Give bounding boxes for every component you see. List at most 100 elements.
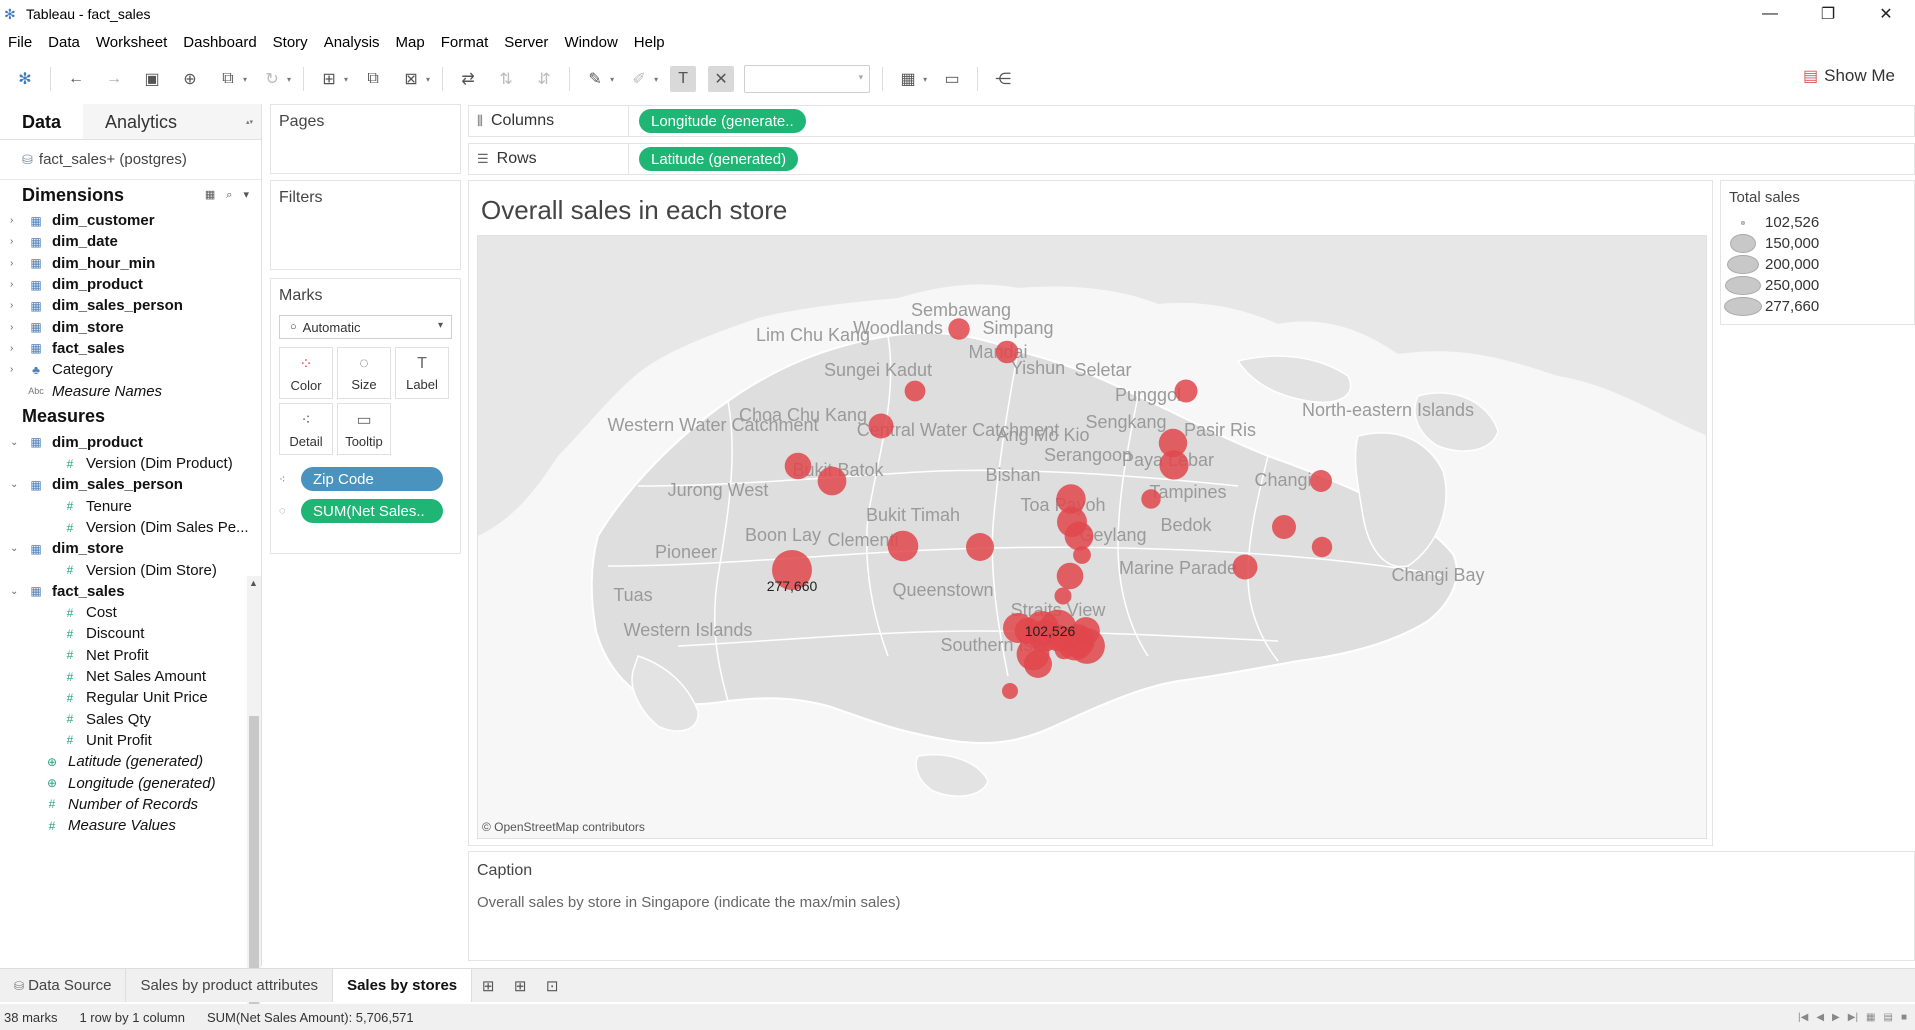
expand-icon[interactable]: ›: [10, 236, 22, 247]
measure-field[interactable]: # Measure Values: [0, 815, 261, 836]
sort-ascending-icon[interactable]: ⇅: [493, 66, 519, 92]
clear-sheet-icon[interactable]: ⊠: [398, 66, 424, 92]
store-mark[interactable]: [904, 380, 926, 402]
store-mark[interactable]: [948, 318, 970, 340]
longitude-pill[interactable]: Longitude (generate..: [639, 109, 806, 133]
measure-field[interactable]: # Version (Dim Store): [0, 559, 261, 580]
show-me-button[interactable]: ▤ Show Me: [1803, 66, 1895, 86]
measure-field[interactable]: # Net Sales Amount: [0, 666, 261, 687]
zip-code-pill[interactable]: Zip Code: [301, 467, 443, 491]
duplicate-sheet-icon[interactable]: ⧉: [360, 66, 386, 92]
save-icon[interactable]: ▣: [139, 66, 165, 92]
measure-field[interactable]: # Net Profit: [0, 645, 261, 666]
pause-updates-icon[interactable]: ⧉: [215, 66, 241, 92]
menu-map[interactable]: Map: [388, 34, 433, 51]
menu-window[interactable]: Window: [556, 34, 625, 51]
store-mark[interactable]: [1272, 515, 1296, 539]
expand-icon[interactable]: ›: [10, 215, 22, 226]
next-page-icon[interactable]: ▶: [1832, 1012, 1840, 1023]
columns-shelf[interactable]: ⫼ Columns Longitude (generate..: [468, 105, 1915, 137]
restore-button[interactable]: ❐: [1799, 0, 1857, 28]
menu-dashboard[interactable]: Dashboard: [175, 34, 264, 51]
store-mark[interactable]: [1311, 536, 1333, 558]
net-sales-pill[interactable]: SUM(Net Sales..: [301, 499, 443, 523]
highlight-icon[interactable]: ✎: [582, 66, 608, 92]
fit-dropdown[interactable]: [744, 65, 871, 93]
filters-card[interactable]: Filters: [270, 180, 461, 270]
measure-field[interactable]: # Version (Dim Product): [0, 453, 261, 474]
share-icon[interactable]: ⋲: [990, 66, 1016, 92]
expand-icon[interactable]: ⌄: [10, 543, 22, 554]
minimize-button[interactable]: —: [1741, 0, 1799, 28]
menu-worksheet[interactable]: Worksheet: [88, 34, 175, 51]
dimension-field[interactable]: › ▦ dim_customer: [0, 210, 261, 231]
store-mark[interactable]: [1064, 521, 1094, 551]
size-legend[interactable]: Total sales 102,526 150,000 200,000 250,000…: [1720, 180, 1915, 325]
first-page-icon[interactable]: |◀: [1798, 1012, 1808, 1023]
store-mark[interactable]: [1232, 554, 1258, 580]
tab-sales-by-product-attributes[interactable]: Sales by product attributes: [126, 969, 334, 1002]
store-mark[interactable]: [868, 413, 894, 439]
dimension-field[interactable]: Abc Measure Names: [0, 380, 261, 401]
store-mark[interactable]: [1141, 489, 1161, 509]
store-mark[interactable]: [784, 452, 812, 480]
dimension-field[interactable]: › ▦ dim_store: [0, 316, 261, 337]
expand-icon[interactable]: ›: [10, 343, 22, 354]
navigation-controls[interactable]: |◀ ◀ ▶ ▶| ▦ ▤ ■: [1798, 1012, 1907, 1023]
new-data-source-icon[interactable]: ⊕: [177, 66, 203, 92]
datasource-item[interactable]: ⛁ fact_sales+ (postgres): [0, 140, 261, 180]
measure-field[interactable]: # Tenure: [0, 496, 261, 517]
expand-icon[interactable]: ›: [10, 300, 22, 311]
rows-shelf[interactable]: ☰ Rows Latitude (generated): [468, 143, 1915, 175]
size-button[interactable]: ◌ Size: [337, 347, 391, 399]
measure-field[interactable]: ⌄ ▦ dim_store: [0, 538, 261, 559]
filmstrip-view-icon[interactable]: ▤: [1884, 1012, 1893, 1023]
expand-icon[interactable]: ⌄: [10, 437, 22, 448]
store-mark[interactable]: [1073, 546, 1091, 564]
store-mark[interactable]: [1054, 587, 1072, 605]
measure-field[interactable]: # Sales Qty: [0, 709, 261, 730]
dropdown-arrow-icon[interactable]: ▾: [654, 75, 658, 84]
store-mark[interactable]: [1056, 562, 1084, 590]
expand-icon[interactable]: ⌄: [10, 586, 22, 597]
measure-field[interactable]: ⌄ ▦ fact_sales: [0, 581, 261, 602]
close-button[interactable]: ✕: [1857, 0, 1915, 28]
menu-help[interactable]: Help: [626, 34, 673, 51]
measure-field[interactable]: # Cost: [0, 602, 261, 623]
tab-sales-by-stores[interactable]: Sales by stores: [333, 969, 473, 1002]
dropdown-arrow-icon[interactable]: ▾: [923, 75, 927, 84]
mark-type-dropdown[interactable]: ○ Automatic: [279, 315, 452, 339]
store-mark[interactable]: [1174, 379, 1198, 403]
caption-card[interactable]: Caption Overall sales by store in Singap…: [468, 851, 1915, 961]
menu-format[interactable]: Format: [433, 34, 497, 51]
store-mark[interactable]: [1158, 428, 1188, 458]
dimension-field[interactable]: › ▦ dim_date: [0, 231, 261, 252]
detail-button[interactable]: ⁖ Detail: [279, 403, 333, 455]
store-mark[interactable]: [817, 466, 847, 496]
new-story-icon[interactable]: ⊡: [536, 977, 568, 995]
dropdown-arrow-icon[interactable]: ▾: [243, 75, 247, 84]
menu-server[interactable]: Server: [496, 34, 556, 51]
measure-field[interactable]: # Version (Dim Sales Pe...: [0, 517, 261, 538]
color-button[interactable]: ⁘ Color: [279, 347, 333, 399]
expand-icon[interactable]: ›: [10, 322, 22, 333]
new-worksheet-icon[interactable]: ⊞: [316, 66, 342, 92]
expand-icon[interactable]: ⌄: [10, 479, 22, 490]
fix-axes-icon[interactable]: ✕: [708, 66, 735, 92]
store-mark[interactable]: [1072, 617, 1100, 645]
store-mark[interactable]: [1024, 650, 1052, 678]
presentation-mode-icon[interactable]: ▭: [939, 66, 965, 92]
swap-rows-columns-icon[interactable]: ⇄: [455, 66, 481, 92]
store-mark[interactable]: [1002, 683, 1018, 699]
store-mark[interactable]: [966, 533, 994, 561]
map-area[interactable]: SembawangSimpangWoodlandsMandaiLim Chu K…: [477, 235, 1707, 839]
latitude-pill[interactable]: Latitude (generated): [639, 147, 799, 171]
tab-data[interactable]: Data: [0, 104, 83, 139]
tooltip-button[interactable]: ▭ Tooltip: [337, 403, 391, 455]
new-worksheet-icon[interactable]: ⊞: [472, 977, 504, 995]
store-mark[interactable]: [995, 340, 1019, 364]
dimension-field[interactable]: › ▦ fact_sales: [0, 338, 261, 359]
menu-file[interactable]: File: [0, 34, 40, 51]
dropdown-arrow-icon[interactable]: ▾: [287, 75, 291, 84]
tab-data-source[interactable]: ⛁ Data Source: [0, 969, 127, 1002]
